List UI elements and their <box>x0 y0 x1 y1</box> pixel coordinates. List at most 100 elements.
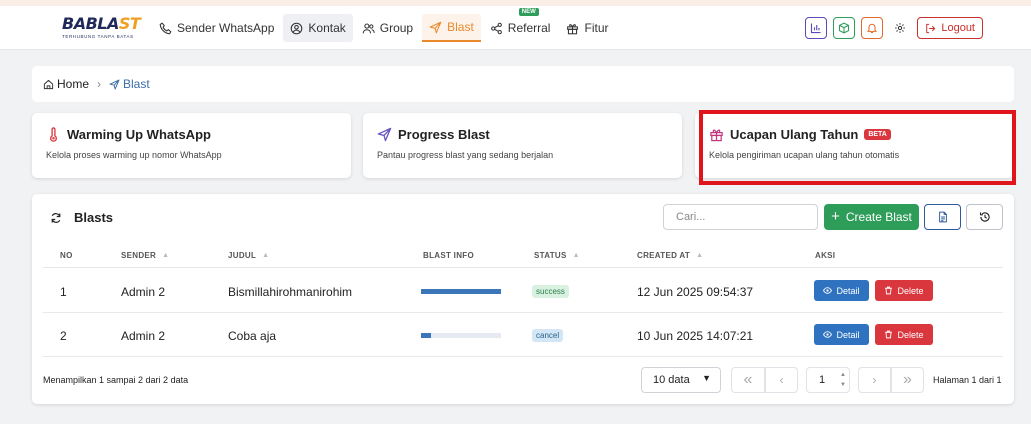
card-warming-up[interactable]: Warming Up WhatsApp Kelola proses warmin… <box>32 113 351 178</box>
notification-button[interactable] <box>861 17 884 39</box>
breadcrumb-home[interactable]: Home <box>57 77 89 91</box>
cell-no: 1 <box>60 285 67 299</box>
breadcrumb-separator: › <box>97 77 102 91</box>
detail-button[interactable]: Detail <box>814 280 869 301</box>
cell-created-at: 10 Jun 2025 14:07:21 <box>637 329 754 343</box>
nav-item-fitur[interactable]: Fitur <box>559 14 615 42</box>
history-icon <box>979 212 990 222</box>
users-icon <box>362 23 375 33</box>
detail-button[interactable]: Detail <box>814 324 869 345</box>
logo-tagline: TERHUBUNG TANPA BATAS <box>62 34 134 39</box>
trash-icon <box>885 330 893 339</box>
blast-progress-bar <box>421 333 501 338</box>
send-icon <box>109 79 120 89</box>
gear-icon <box>895 23 906 33</box>
nav-menu: Sender WhatsApp Kontak Group Blast NEW R… <box>152 8 617 42</box>
table-info: Menampilkan 1 sampai 2 dari 2 data <box>43 375 189 385</box>
document-icon <box>938 211 947 223</box>
refresh-icon[interactable] <box>50 212 62 224</box>
nav-item-group[interactable]: Group <box>355 14 420 42</box>
stepper-icon[interactable]: ▲ ▼ <box>840 370 846 390</box>
blasts-header: Blasts + Create Blast <box>32 194 1014 242</box>
chevron-right-icon: › <box>872 373 877 387</box>
blast-progress-bar <box>421 289 501 294</box>
per-page-select[interactable]: 10 data ▼ <box>641 367 721 393</box>
logo[interactable]: BABLAST TERHUBUNG TANPA BATAS <box>62 14 141 45</box>
first-page-button[interactable]: « <box>731 367 765 393</box>
nav-item-label: Sender WhatsApp <box>177 21 275 35</box>
cell-no: 2 <box>60 329 67 343</box>
sort-icon: ▲ <box>262 252 270 259</box>
double-chevron-left-icon: « <box>743 371 753 388</box>
eye-icon <box>823 287 833 294</box>
delete-label: Delete <box>897 329 924 340</box>
nav-item-sender-whatsapp[interactable]: Sender WhatsApp <box>152 14 281 42</box>
card-subtitle: Kelola proses warming up nomor WhatsApp <box>46 150 222 160</box>
nav-item-kontak[interactable]: Kontak <box>283 14 353 42</box>
breadcrumb: Home › Blast <box>32 66 1014 102</box>
plus-icon: + <box>831 208 840 225</box>
logo-text-accent: ST <box>118 14 141 33</box>
nav-item-referral[interactable]: NEW Referral <box>483 8 558 42</box>
col-status[interactable]: STATUS ▲ <box>534 251 580 260</box>
cell-sender: Admin 2 <box>121 285 166 299</box>
send-icon <box>429 21 442 33</box>
next-page-button[interactable]: › <box>858 367 891 393</box>
share-icon <box>490 22 502 34</box>
logout-icon <box>926 23 936 33</box>
col-created-at[interactable]: CREATED AT ▲ <box>637 251 703 260</box>
nav-item-label: Referral <box>507 21 551 35</box>
nav-item-label: Fitur <box>584 21 609 35</box>
cell-created-at: 12 Jun 2025 09:54:37 <box>637 285 754 299</box>
package-button[interactable] <box>833 17 856 39</box>
cell-judul: Bismillahirohmanirohim <box>228 285 353 299</box>
nav-item-label: Group <box>379 21 414 35</box>
delete-button[interactable]: Delete <box>875 280 933 301</box>
cell-sender: Admin 2 <box>121 329 166 343</box>
table-header: NO SENDER ▲ JUDUL ▲ BLAST INFO STATUS ▲ CRE… <box>43 242 1003 268</box>
logo-text: BABLA <box>62 14 119 33</box>
sort-icon: ▲ <box>572 252 580 259</box>
table-row: 1 Admin 2 Bismillahirohmanirohim success… <box>43 269 1003 313</box>
page-number-value: 1 <box>819 374 826 386</box>
panel-title: Blasts <box>74 210 114 225</box>
send-icon <box>377 127 392 142</box>
prev-page-button[interactable]: ‹ <box>765 367 798 393</box>
col-sender[interactable]: SENDER ▲ <box>121 251 169 260</box>
trash-icon <box>885 286 893 295</box>
settings-button[interactable] <box>889 17 912 39</box>
col-blast-info: BLAST INFO <box>423 251 474 260</box>
delete-button[interactable]: Delete <box>875 324 933 345</box>
navbar-actions: Logout <box>799 17 983 39</box>
card-title: Progress Blast <box>398 127 490 142</box>
export-button[interactable] <box>924 204 961 230</box>
search-input[interactable] <box>663 204 818 230</box>
nav-item-label: Blast <box>447 20 474 34</box>
create-blast-button[interactable]: + Create Blast <box>824 204 919 230</box>
blasts-panel: Blasts + Create Blast NO SENDER▲ JUDUL▲ … <box>32 194 1014 404</box>
col-judul[interactable]: JUDUL ▲ <box>228 251 269 260</box>
chevron-down-icon: ▼ <box>702 373 711 383</box>
card-progress-blast[interactable]: Progress Blast Pantau progress blast yan… <box>363 113 682 178</box>
delete-label: Delete <box>897 285 924 296</box>
status-badge: success <box>532 285 569 298</box>
highlight-box <box>699 110 1016 185</box>
page-label: Halaman 1 dari 1 <box>933 375 1002 385</box>
page-number-input[interactable]: 1 ▲ ▼ <box>806 367 850 393</box>
bell-icon <box>867 23 877 34</box>
nav-item-blast[interactable]: Blast <box>422 14 481 42</box>
phone-icon <box>159 22 172 34</box>
breadcrumb-current: Blast <box>109 77 150 91</box>
chevron-left-icon: ‹ <box>779 373 784 387</box>
statistics-button[interactable] <box>805 17 828 39</box>
detail-label: Detail <box>836 285 860 296</box>
per-page-value: 10 data <box>653 374 690 386</box>
eye-icon <box>823 331 833 338</box>
thermometer-icon <box>50 127 57 142</box>
col-no: NO <box>60 251 73 260</box>
logout-button[interactable]: Logout <box>917 17 983 39</box>
logout-label: Logout <box>941 22 975 34</box>
home-icon <box>43 79 54 89</box>
last-page-button[interactable]: » <box>891 367 924 393</box>
history-button[interactable] <box>966 204 1003 230</box>
